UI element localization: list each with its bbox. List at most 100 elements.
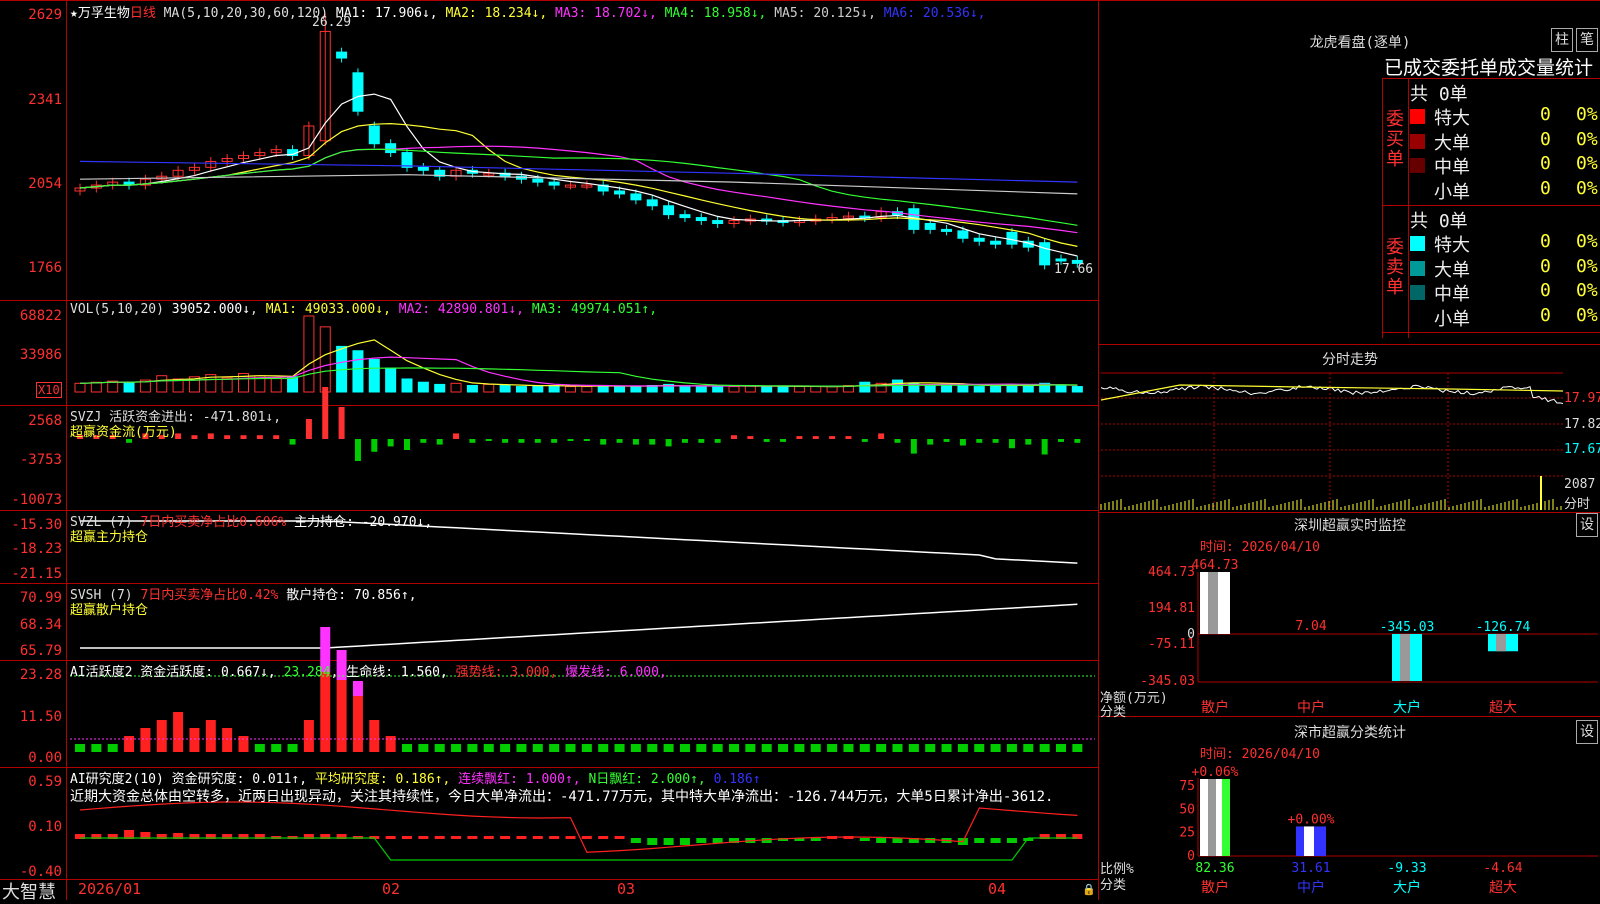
flow-bar-11 (241, 435, 247, 439)
stock-chart[interactable]: 464.73 194.81 0 -75.11 -345.03 464.73 散户 7.04 中户… (0, 0, 1600, 900)
research-bar-20 (386, 836, 396, 839)
sz-tick-1: 464.73 (1148, 565, 1195, 580)
sc-tick-1: 75 (1179, 779, 1195, 794)
research-bar-21 (402, 836, 412, 839)
svsh-tick-3: 65.79 (0, 643, 62, 659)
buy-row-value-1: 0 (1540, 104, 1551, 125)
sz-settings-button[interactable]: 设 (1576, 513, 1598, 537)
ma-item-6: MA6: 20.536↓, (884, 6, 986, 21)
tab-bar[interactable]: 柱 (1551, 28, 1573, 52)
activity-burst-18 (353, 681, 363, 696)
flow-bar-55 (960, 439, 966, 446)
candle-29 (533, 179, 543, 182)
svzj-tick-1: 2568 (0, 413, 62, 429)
candle-35 (631, 194, 641, 200)
vol-ma-item-2: MA2: 42890.801↓, (399, 302, 532, 317)
candle-37 (664, 206, 674, 215)
x-tick-4: 04 (988, 880, 1006, 898)
sz-cat-2: 中户 (1297, 699, 1325, 716)
activity-bar-42 (745, 744, 755, 752)
vol-bar-6 (157, 376, 167, 392)
sell-swatch-2 (1410, 261, 1425, 276)
sz-value-1: 464.73 (1192, 558, 1239, 573)
flow-bar-59 (1025, 439, 1031, 445)
vol-bar-38 (680, 387, 690, 392)
activity-bar-58 (1007, 744, 1017, 752)
buy-row-name-2: 大单 (1434, 129, 1470, 155)
candle-40 (713, 221, 723, 224)
buy-row-value-2: 0 (1540, 129, 1551, 150)
activity-bar-32 (582, 744, 592, 752)
tab-tick[interactable]: 笔 (1576, 28, 1598, 52)
buy-row-name-3: 中单 (1434, 153, 1470, 179)
flow-bar-27 (502, 439, 508, 443)
buy-swatch-2 (1410, 134, 1425, 149)
activity-bar-46 (811, 744, 821, 752)
sc-bar-green-1 (1222, 779, 1230, 856)
buy-row-name-4: 小单 (1434, 178, 1470, 204)
flow-bar-32 (584, 439, 590, 441)
vol-bar-25 (467, 385, 477, 392)
sc-settings-button[interactable]: 设 (1576, 720, 1598, 744)
activity-bar-6 (157, 720, 167, 752)
ma-line-4 (80, 149, 1077, 225)
sell-row-pct-3: 0% (1576, 280, 1598, 301)
flow-bar-36 (649, 439, 655, 445)
research-bar-56 (974, 838, 984, 843)
flow-bar-19 (371, 439, 377, 452)
stat-header: 已成交委托单成交量统计 (1384, 53, 1600, 80)
flow-bar-47 (829, 436, 835, 439)
activity-bar-39 (696, 744, 706, 752)
ai1-tick-3: 0.00 (0, 750, 62, 766)
svzj-tick-2: -3753 (0, 452, 62, 468)
flow-bar-22 (420, 439, 426, 443)
candle-18 (353, 73, 363, 111)
flow-bar-13 (273, 435, 279, 439)
research-bar-33 (598, 836, 608, 839)
ma-item-3: MA3: 18.702↓, (555, 6, 665, 21)
flow-bar-41 (731, 435, 737, 439)
vol-bar-10 (222, 378, 232, 392)
flow-bar-15 (306, 419, 312, 439)
research-bar-30 (549, 836, 559, 839)
sell-row-name-4: 小单 (1434, 305, 1470, 331)
activity-bar-52 (909, 744, 919, 752)
ai1-tick-1: 23.28 (0, 667, 62, 683)
activity-bar-54 (942, 744, 952, 752)
research-bar-49 (860, 838, 870, 841)
vol-bar-41 (729, 387, 739, 392)
activity-bar-41 (729, 744, 739, 752)
flow-bar-17 (339, 407, 345, 439)
activity-bar-60 (1040, 744, 1050, 752)
activity-bar-55 (958, 744, 968, 752)
activity-bar-22 (418, 744, 428, 752)
vol-bar-2 (91, 382, 101, 392)
flow-bar-45 (796, 436, 802, 439)
activity-bar-57 (991, 744, 1001, 752)
activity-bar-12 (255, 744, 265, 752)
fs-tick-3: 17.67 (1564, 442, 1600, 457)
lock-icon[interactable]: 🔒 (1082, 883, 1096, 896)
sz-bar-shade-1 (1208, 572, 1218, 634)
activity-bar-56 (974, 744, 984, 752)
buy-row-name-1: 特大 (1434, 104, 1470, 130)
vol-label: VOL(5,10,20) (70, 302, 164, 317)
flow-bar-9 (208, 433, 214, 439)
ai1-tick-2: 11.50 (0, 709, 62, 725)
sc-tick-3: 25 (1179, 826, 1195, 841)
sz-cat-4: 超大 (1489, 700, 1517, 716)
buy-swatch-3 (1410, 158, 1425, 173)
sell-row-name-3: 中单 (1434, 280, 1470, 306)
candle-39 (696, 218, 706, 221)
research-bar-37 (664, 838, 674, 845)
flow-bar-18 (355, 439, 361, 461)
candle-22 (418, 167, 428, 170)
activity-bar-7 (173, 712, 183, 752)
sell-row-pct-2: 0% (1576, 256, 1598, 277)
vol-bar-62 (1072, 387, 1082, 392)
sell-swatch-4 (1410, 310, 1425, 325)
activity-bar-8 (189, 728, 199, 752)
activity-bar-36 (647, 744, 657, 752)
vol-bar-30 (549, 385, 559, 392)
ma-label: MA(5,10,20,30,60,120) (164, 6, 328, 21)
